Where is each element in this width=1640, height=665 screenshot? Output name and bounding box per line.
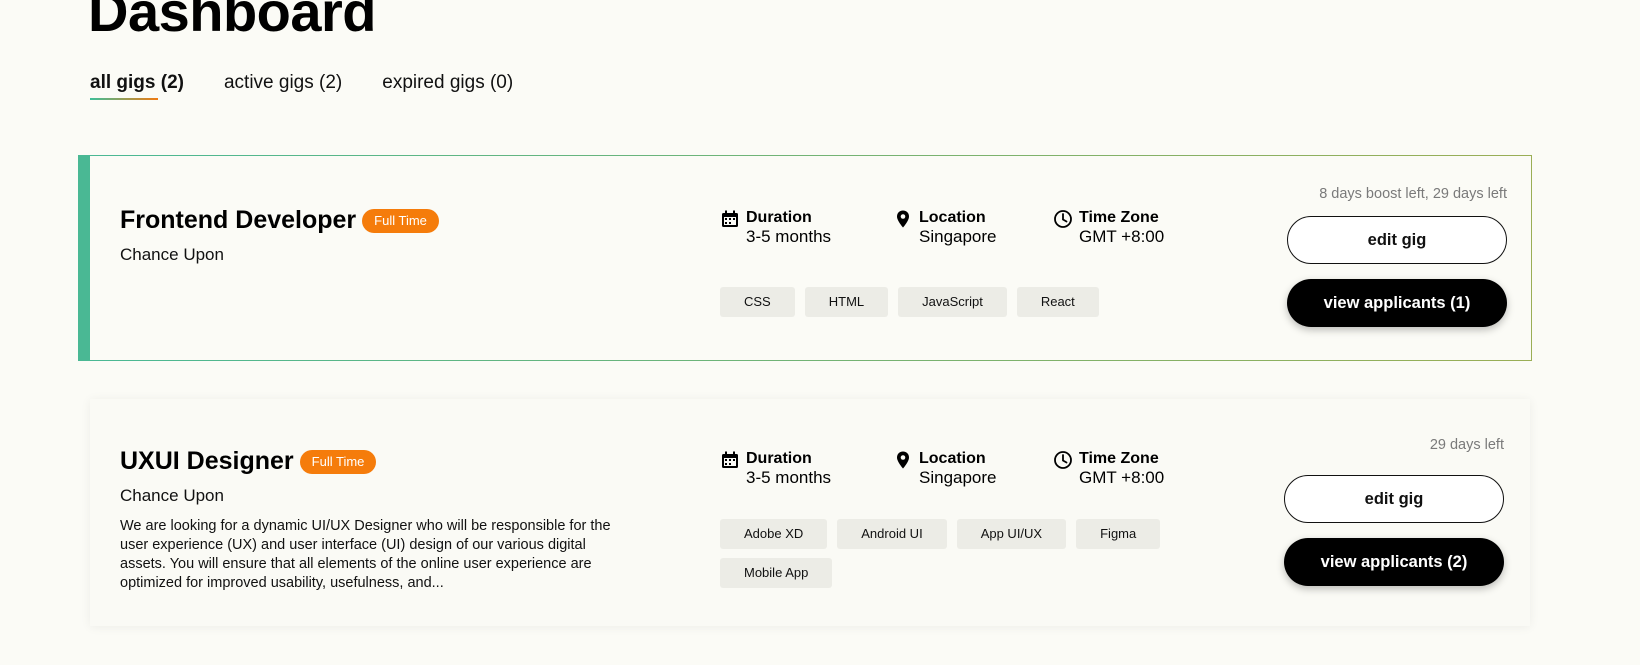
meta-location: Location Singapore	[893, 208, 1053, 247]
gig-title: Frontend Developer	[120, 206, 357, 234]
skill-tag: Android UI	[837, 519, 947, 549]
map-pin-icon	[897, 210, 909, 228]
location-value: Singapore	[919, 468, 997, 487]
duration-label: Duration	[746, 209, 812, 226]
map-pin-icon	[897, 451, 909, 469]
duration-label: Duration	[746, 450, 812, 467]
company-name: Chance Upon	[120, 245, 224, 264]
clock-icon	[1054, 451, 1072, 469]
gig-tabs: all gigs (2) active gigs (2) expired gig…	[90, 72, 513, 100]
view-applicants-button[interactable]: view applicants (2)	[1284, 538, 1504, 586]
skill-tag: App UI/UX	[956, 519, 1067, 549]
duration-value: 3-5 months	[746, 227, 832, 246]
clock-icon	[1054, 210, 1072, 228]
tab-active-gigs[interactable]: active gigs (2)	[224, 72, 342, 100]
employment-type-badge: Full Time	[362, 208, 439, 233]
location-label: Location	[919, 450, 986, 467]
gig-meta: Duration 3-5 months Location Singapore T…	[720, 449, 1213, 488]
timezone-label: Time Zone	[1079, 209, 1159, 226]
time-left-text: 8 days boost left, 29 days left	[1319, 186, 1507, 202]
duration-value: 3-5 months	[746, 468, 832, 487]
gig-title: UXUI Designer	[120, 447, 294, 475]
skill-tag: CSS	[720, 287, 795, 317]
tab-all-gigs[interactable]: all gigs (2)	[90, 72, 184, 100]
skill-tags: CSS HTML JavaScript React	[720, 287, 1180, 317]
time-left-text: 29 days left	[1429, 437, 1504, 453]
skill-tag: HTML	[804, 287, 889, 317]
location-value: Singapore	[919, 227, 997, 246]
gig-description: We are looking for a dynamic UI/UX Desig…	[120, 518, 611, 591]
meta-duration: Duration 3-5 months	[720, 208, 893, 247]
gig-meta: Duration 3-5 months Location Singapore T…	[720, 208, 1213, 247]
meta-location: Location Singapore	[893, 449, 1053, 488]
timezone-label: Time Zone	[1079, 450, 1159, 467]
skill-tag: JavaScript	[898, 287, 1007, 317]
calendar-icon	[722, 451, 738, 468]
timezone-value: GMT +8:00	[1079, 227, 1165, 246]
gig-header: UXUI Designer Full Time	[120, 447, 377, 476]
gig-card-uxui-designer[interactable]: UXUI Designer Full Time Chance Upon We a…	[90, 399, 1530, 626]
employment-type-badge: Full Time	[299, 449, 377, 474]
gig-actions: 8 days boost left, 29 days left edit gig…	[1287, 186, 1507, 327]
meta-timezone: Time Zone GMT +8:00	[1053, 449, 1213, 488]
view-applicants-button[interactable]: view applicants (1)	[1287, 279, 1507, 327]
gig-header: Frontend Developer Full Time	[120, 206, 439, 235]
gig-card-frontend-developer[interactable]: Frontend Developer Full Time Chance Upon	[78, 155, 1532, 361]
company-name: Chance Upon	[120, 486, 224, 505]
tab-expired-gigs[interactable]: expired gigs (0)	[382, 72, 513, 100]
gig-actions: 29 days left edit gig view applicants (2…	[1284, 437, 1504, 586]
page-title: Dashboard	[88, 0, 377, 43]
skill-tag: Mobile App	[720, 558, 833, 588]
meta-duration: Duration 3-5 months	[720, 449, 893, 488]
calendar-icon	[722, 210, 738, 227]
location-label: Location	[919, 209, 986, 226]
skill-tag: Adobe XD	[720, 519, 828, 549]
dashboard-page: Dashboard all gigs (2) active gigs (2) e…	[0, 0, 1640, 665]
skill-tag: React	[1016, 287, 1099, 317]
timezone-value: GMT +8:00	[1079, 468, 1165, 487]
skill-tags: Adobe XD Android UI App UI/UX Figma Mobi…	[720, 519, 1180, 588]
meta-timezone: Time Zone GMT +8:00	[1053, 208, 1213, 247]
edit-gig-button[interactable]: edit gig	[1284, 475, 1504, 523]
skill-tag: Figma	[1076, 519, 1161, 549]
edit-gig-button[interactable]: edit gig	[1287, 216, 1507, 264]
